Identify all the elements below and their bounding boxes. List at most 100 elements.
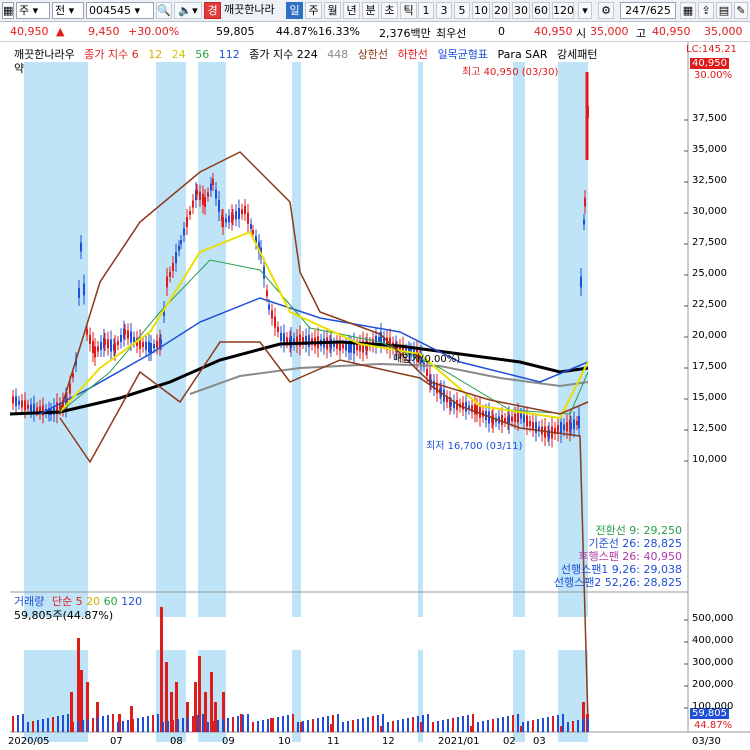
type-select[interactable]: 주 ▾ xyxy=(16,2,50,19)
period-button-4[interactable]: 분 xyxy=(362,2,379,19)
period-button-1[interactable]: 주 xyxy=(305,2,322,19)
candle-body xyxy=(578,416,580,428)
candle-body xyxy=(241,209,243,215)
candle-body xyxy=(247,212,249,224)
price-chart[interactable] xyxy=(0,42,750,750)
volume-bar-small xyxy=(122,721,124,732)
mode-select[interactable]: 전 ▾ xyxy=(52,2,84,19)
volume-bar-small xyxy=(577,720,579,732)
volume-bar-small xyxy=(257,721,259,732)
candle-body xyxy=(97,346,99,352)
period-button-6[interactable]: 틱 xyxy=(400,2,417,19)
ichimoku-value-3: 선행스팬1 9,26: 29,038 xyxy=(560,563,682,576)
candle-body xyxy=(175,252,177,264)
date-tick: 2021/01 xyxy=(438,736,480,747)
candle-body xyxy=(560,422,562,434)
volume-tick: 500,000 xyxy=(692,613,734,624)
edit-icon[interactable]: ✎ xyxy=(734,2,748,19)
volume-bar-small xyxy=(522,722,524,732)
volume-ratio: 44.87% xyxy=(276,25,318,38)
price-tick: 10,000 xyxy=(692,454,727,465)
volume-bar-small xyxy=(492,719,494,732)
candle-body xyxy=(12,396,14,404)
period-button-3[interactable]: 년 xyxy=(343,2,360,19)
ichimoku-value-0: 전환선 9: 29,250 xyxy=(595,524,682,537)
mode-select-label: 전 xyxy=(55,4,66,17)
interval-button-30[interactable]: 30 xyxy=(512,2,530,19)
interval-button-120[interactable]: 120 xyxy=(552,2,574,19)
volume-bar-small xyxy=(547,717,549,732)
candle-body xyxy=(148,341,150,353)
candle-body xyxy=(523,414,525,423)
volume-bar-small xyxy=(467,715,469,732)
open-value: 35,000 xyxy=(590,25,629,38)
volume-bar-small xyxy=(42,719,44,732)
candle-body xyxy=(202,194,204,205)
page-indicator: 247/625 xyxy=(620,2,676,19)
candle-body xyxy=(183,228,185,236)
speaker-icon[interactable]: 🔈▾ xyxy=(174,2,202,19)
price-tick: 35,000 xyxy=(692,144,727,155)
candle-body xyxy=(263,266,265,279)
search-icon[interactable]: 🔍 xyxy=(156,2,172,19)
candle-body xyxy=(222,217,224,227)
volume-bar-small xyxy=(272,718,274,732)
export-icon[interactable]: ⇪ xyxy=(698,2,714,19)
candle-body xyxy=(566,422,568,432)
date-tick: 2020/05 xyxy=(8,736,50,747)
candle-body xyxy=(238,208,240,219)
open-label: 시 xyxy=(576,27,587,40)
volume-bar-small xyxy=(17,715,19,732)
high-value: 40,950 xyxy=(652,25,691,38)
volume-bar-small xyxy=(67,714,69,732)
ichimoku-values: 전환선 9: 29,250 기준선 26: 28,825 후행스팬 26: 40,9… xyxy=(554,524,682,589)
volume-bar-small xyxy=(382,714,384,732)
document-icon[interactable]: ▤ xyxy=(716,2,732,19)
period-button-5[interactable]: 초 xyxy=(381,2,398,19)
interval-button-3[interactable]: 3 xyxy=(436,2,452,19)
volume-bar-small xyxy=(132,719,134,732)
candle-body xyxy=(172,263,174,271)
volume-bar-small xyxy=(317,718,319,732)
candle-body xyxy=(100,342,102,350)
volume-bar-small xyxy=(342,722,344,732)
interval-dropdown-icon[interactable]: ▾ xyxy=(578,2,592,19)
candle-body xyxy=(492,415,494,425)
volume-pct-tag: 44.87% xyxy=(694,720,733,731)
code-value: 004545 xyxy=(89,4,131,17)
candle-body xyxy=(570,422,572,430)
interval-button-20[interactable]: 20 xyxy=(492,2,510,19)
grid-icon[interactable]: ▦ xyxy=(680,2,696,19)
price-tick: 20,000 xyxy=(692,330,727,341)
candle-body xyxy=(517,411,519,423)
volume-bar-small xyxy=(87,719,89,732)
interval-button-10[interactable]: 10 xyxy=(472,2,490,19)
settings-icon[interactable]: ⚙ xyxy=(598,2,614,19)
volume-bar-small xyxy=(307,720,309,732)
period-button-0[interactable]: 일 xyxy=(286,2,303,19)
volume-bar-small xyxy=(32,721,34,732)
candle-body xyxy=(235,211,237,220)
volume-bar-small xyxy=(537,719,539,732)
volume-bar-small xyxy=(332,715,334,732)
interval-button-5[interactable]: 5 xyxy=(454,2,470,19)
candle-body xyxy=(127,330,129,339)
date-tick: 02 xyxy=(503,736,516,747)
price-repeat: 40,950 xyxy=(534,25,573,38)
volume-bar-small xyxy=(392,721,394,732)
candle-body xyxy=(196,189,198,195)
volume-bar-small xyxy=(197,715,199,732)
date-tick: 07 xyxy=(110,736,123,747)
period-button-2[interactable]: 월 xyxy=(324,2,341,19)
volume-bar-small xyxy=(22,714,24,732)
interval-button-60[interactable]: 60 xyxy=(532,2,550,19)
volume-bar-small xyxy=(267,719,269,732)
code-input[interactable]: 004545 ▾ xyxy=(86,2,154,19)
interval-button-1[interactable]: 1 xyxy=(418,2,434,19)
candle-body xyxy=(426,368,428,376)
volume-bar-small xyxy=(192,716,194,732)
chart-menu-icon[interactable]: ▦ xyxy=(2,2,14,19)
high-annotation: 최고 40,950 (03/30) xyxy=(462,67,559,78)
candle-body xyxy=(583,219,585,225)
candle-body xyxy=(204,197,206,207)
